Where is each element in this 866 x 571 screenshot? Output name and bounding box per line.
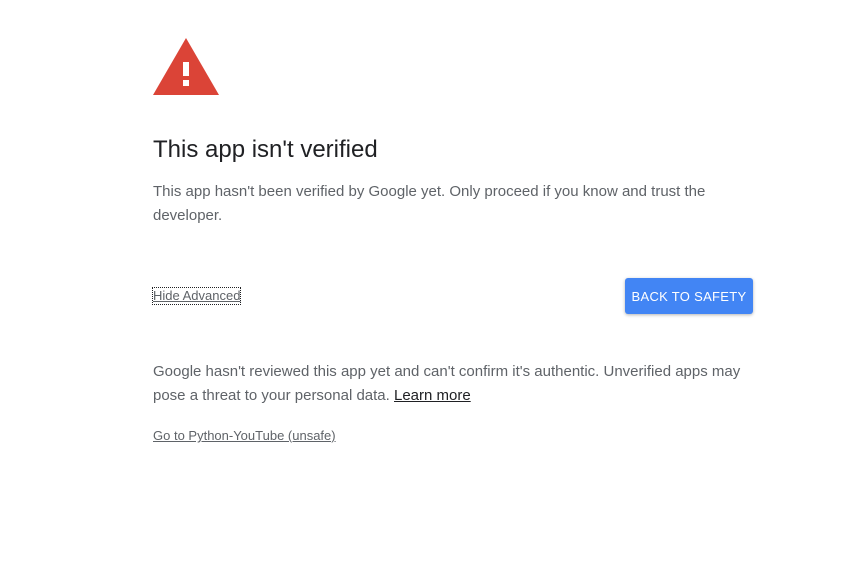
warning-description: This app hasn't been verified by Google … <box>153 183 706 224</box>
proceed-unsafe-link[interactable]: Go to Python-YouTube (unsafe) <box>153 428 336 444</box>
hide-advanced-link[interactable]: Hide Advanced <box>151 287 242 305</box>
actions-row: Hide Advanced BACK TO SAFETY <box>151 278 753 314</box>
page: This app isn't verified This app hasn't … <box>0 0 866 571</box>
warning-icon <box>153 38 219 95</box>
advanced-details: Google hasn't reviewed this app yet and … <box>153 360 753 408</box>
page-title: This app isn't verified <box>153 136 378 163</box>
learn-more-link[interactable]: Learn more <box>394 387 471 404</box>
back-to-safety-button[interactable]: BACK TO SAFETY <box>625 278 753 314</box>
unverified-app-warning: This app isn't verified This app hasn't … <box>151 38 753 445</box>
